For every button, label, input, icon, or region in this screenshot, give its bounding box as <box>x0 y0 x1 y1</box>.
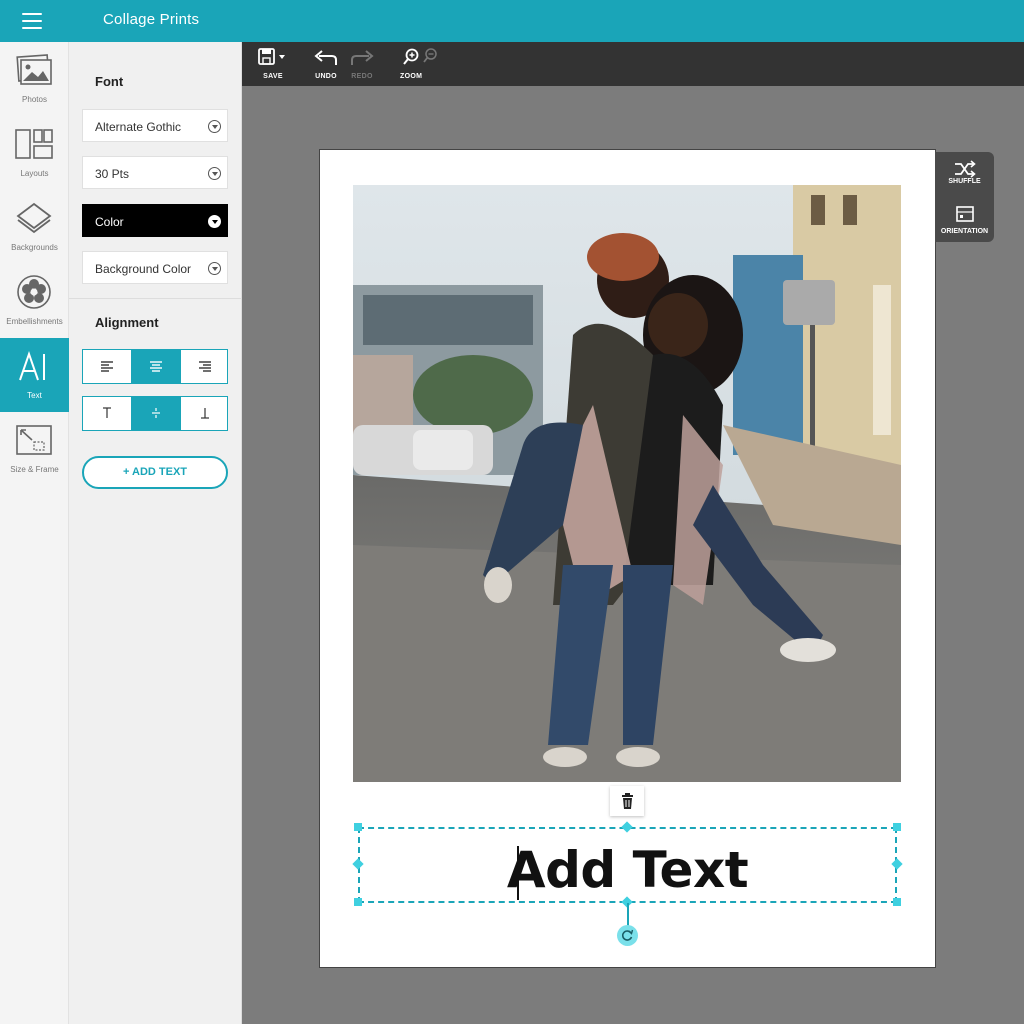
rail-label: Size & Frame <box>10 465 59 474</box>
redo-icon <box>351 50 374 65</box>
background-color-select[interactable]: Background Color <box>82 251 228 284</box>
undo-button[interactable]: UNDO <box>312 48 340 84</box>
rail-label: Embellishments <box>6 317 63 326</box>
align-top-icon <box>103 407 111 418</box>
delete-text-button[interactable] <box>610 786 644 816</box>
app-title: Collage Prints <box>103 11 200 28</box>
rotate-handle[interactable] <box>617 925 638 946</box>
color-select[interactable]: Color <box>82 204 228 237</box>
align-center-icon <box>150 361 162 372</box>
align-right-icon <box>199 361 211 372</box>
chevron-down-icon <box>208 262 221 275</box>
resize-handle-top-right[interactable] <box>893 823 901 831</box>
photo-image <box>353 185 901 782</box>
tool-rail: Photos Layouts Backgrounds Embellishment… <box>0 42 69 1024</box>
chevron-down-icon <box>208 167 221 180</box>
layouts-icon <box>15 129 53 159</box>
text-box-content[interactable]: Add Text <box>360 841 895 899</box>
photos-icon <box>16 54 52 85</box>
redo-label: REDO <box>351 73 373 80</box>
add-text-button[interactable]: + ADD TEXT <box>82 456 228 489</box>
trash-icon <box>622 793 633 809</box>
rotate-stem <box>627 903 629 927</box>
align-center-button[interactable] <box>132 350 181 383</box>
font-family-value: Alternate Gothic <box>95 120 182 134</box>
text-settings-panel: Font Alternate Gothic 30 Pts Color Backg… <box>69 42 242 1024</box>
orientation-icon <box>956 206 974 222</box>
menu-icon[interactable] <box>22 13 42 29</box>
rotate-icon <box>621 929 634 941</box>
zoom-label: ZOOM <box>400 73 423 80</box>
align-middle-icon <box>152 408 160 418</box>
resize-handle-bottom-left[interactable] <box>354 898 362 906</box>
horizontal-alignment-group <box>82 349 228 384</box>
text-caret <box>517 846 519 900</box>
flower-icon <box>17 275 51 309</box>
rail-item-photos[interactable]: Photos <box>0 42 69 116</box>
backgrounds-icon <box>16 202 52 234</box>
undo-label: UNDO <box>315 73 337 80</box>
resize-handle-top-left[interactable] <box>354 823 362 831</box>
rail-label: Text <box>27 391 42 400</box>
undo-icon <box>314 50 337 65</box>
font-family-select[interactable]: Alternate Gothic <box>82 109 228 142</box>
save-button[interactable]: SAVE <box>256 48 290 84</box>
text-box[interactable]: Add Text <box>358 827 897 903</box>
vertical-alignment-group <box>82 396 228 431</box>
resize-icon <box>16 425 52 455</box>
align-middle-button[interactable] <box>132 397 181 430</box>
orientation-button[interactable]: ORIENTATION <box>935 197 994 242</box>
zoom-in-icon <box>403 48 419 65</box>
shuffle-label: SHUFFLE <box>948 178 981 185</box>
side-tools: SHUFFLE ORIENTATION <box>935 152 994 242</box>
rail-item-backgrounds[interactable]: Backgrounds <box>0 190 69 264</box>
font-heading: Font <box>95 74 124 89</box>
orientation-label: ORIENTATION <box>940 228 989 235</box>
rail-item-text[interactable]: Text <box>0 338 69 412</box>
align-top-button[interactable] <box>83 397 132 430</box>
shuffle-button[interactable]: SHUFFLE <box>935 152 994 197</box>
align-left-button[interactable] <box>83 350 132 383</box>
save-label: SAVE <box>263 73 283 80</box>
align-bottom-icon <box>201 408 209 419</box>
font-size-select[interactable]: 30 Pts <box>82 156 228 189</box>
rail-label: Layouts <box>20 169 49 178</box>
photo-slot[interactable] <box>353 185 901 782</box>
text-icon <box>19 350 45 381</box>
top-bar: Collage Prints <box>0 0 1024 42</box>
panel-divider <box>69 298 242 299</box>
background-color-label: Background Color <box>95 262 192 276</box>
editor-toolbar: SAVE UNDO REDO ZOOM <box>242 42 1024 86</box>
zoom-out-icon <box>423 48 437 63</box>
align-bottom-button[interactable] <box>181 397 229 430</box>
align-right-button[interactable] <box>181 350 229 383</box>
color-label: Color <box>95 215 124 229</box>
rail-item-embellishments[interactable]: Embellishments <box>0 264 69 338</box>
zoom-icons <box>403 48 437 65</box>
chevron-down-icon <box>208 120 221 133</box>
rail-label: Photos <box>22 95 47 104</box>
align-left-icon <box>101 361 113 372</box>
rail-label: Backgrounds <box>11 243 58 252</box>
redo-button[interactable]: REDO <box>348 48 376 84</box>
resize-handle-bottom-right[interactable] <box>893 898 901 906</box>
zoom-controls: ZOOM <box>394 48 444 84</box>
rail-item-layouts[interactable]: Layouts <box>0 116 69 190</box>
font-size-value: 30 Pts <box>95 167 130 181</box>
rail-item-size-frame[interactable]: Size & Frame <box>0 412 69 486</box>
save-icon <box>258 48 285 65</box>
chevron-down-icon <box>208 215 221 228</box>
alignment-heading: Alignment <box>95 315 159 330</box>
